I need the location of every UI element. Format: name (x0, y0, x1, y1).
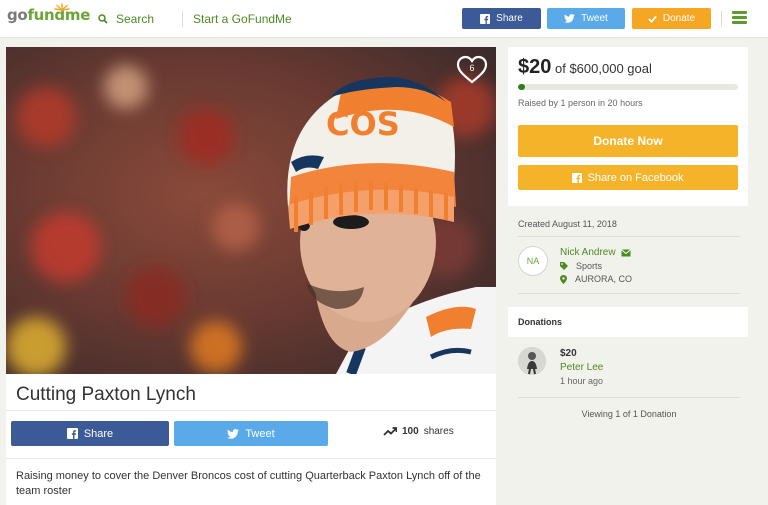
category-label: Sports (576, 261, 603, 271)
trending-up-icon (383, 427, 397, 436)
twitter-icon (227, 428, 240, 439)
tag-icon (560, 262, 568, 270)
organizer-name: Nick Andrew (560, 247, 616, 258)
organizer-location: AURORA, CO (560, 274, 632, 284)
nav-divider-right (721, 11, 722, 27)
divider (6, 410, 496, 411)
donate-now-button[interactable]: Donate Now (518, 125, 738, 157)
raised-value: $20 (518, 56, 552, 78)
facebook-icon (480, 13, 491, 24)
donor-avatar (518, 347, 546, 375)
campaign-info-card: Cutting Paxton Lynch Share Tweet 100 sha… (6, 374, 496, 505)
nav-divider (182, 11, 183, 27)
tweet-label: Tweet (245, 427, 275, 440)
share-facebook-button[interactable]: Share (11, 421, 169, 446)
donations-heading: Donations (508, 307, 748, 337)
search-link[interactable]: Search (98, 12, 154, 26)
envelope-icon[interactable] (620, 248, 631, 257)
shares-number: 100 (402, 426, 419, 437)
facebook-icon (66, 428, 78, 439)
shares-suffix: shares (423, 426, 454, 437)
share-label: Share (83, 427, 114, 440)
twitter-icon (564, 14, 576, 23)
progress-bar (518, 84, 738, 90)
heart-count: 6 (469, 63, 475, 73)
logo-sun-icon (54, 3, 70, 11)
campaign-photo: COS (6, 47, 496, 374)
progress-fill (518, 84, 525, 90)
progress-card: $20 of $600,000 goal Raised by 1 person … (508, 47, 748, 206)
share-on-facebook-button[interactable]: Share on Facebook (518, 165, 738, 190)
header-donate-button[interactable]: Donate (632, 8, 711, 29)
search-label: Search (116, 12, 155, 26)
svg-text:COS: COS (326, 105, 400, 143)
goal-text: of $600,000 goal (555, 61, 652, 76)
created-date: Created August 11, 2018 (518, 219, 617, 229)
divider (518, 236, 740, 237)
raised-byline: Raised by 1 person in 20 hours (518, 98, 643, 108)
campaign-story: Raising money to cover the Denver Bronco… (16, 470, 481, 497)
top-nav: gofundme Search Start a GoFundMe Share T… (0, 0, 768, 38)
divider (6, 458, 496, 459)
header-tweet-label: Tweet (581, 13, 608, 24)
organizer-category: Sports (560, 261, 602, 271)
header-share-label: Share (496, 13, 523, 24)
shares-count: 100 shares (383, 426, 454, 437)
search-icon (98, 14, 108, 24)
header-donate-label: Donate (662, 13, 696, 24)
donations-count: Viewing 1 of 1 Donation (581, 409, 677, 419)
header-tweet-button[interactable]: Tweet (547, 8, 625, 29)
facebook-icon (572, 172, 583, 183)
header-share-button[interactable]: Share (462, 8, 541, 29)
divider (518, 397, 740, 398)
share-on-facebook-label: Share on Facebook (587, 171, 684, 184)
donor-name: Peter Lee (560, 362, 604, 373)
donation-amount: $20 (560, 348, 577, 359)
checkmark-icon (648, 15, 657, 23)
divider (518, 293, 740, 294)
gofundme-logo[interactable]: gofundme (7, 6, 90, 24)
map-pin-icon (560, 274, 567, 284)
organizer-avatar: NA (518, 246, 548, 276)
location-label: AURORA, CO (575, 274, 633, 284)
hamburger-menu-icon[interactable] (732, 11, 747, 24)
favorite-heart-icon[interactable]: 6 (456, 55, 488, 85)
organizer-name-link[interactable]: Nick Andrew (560, 247, 631, 258)
start-gofundme-link[interactable]: Start a GoFundMe (193, 12, 292, 26)
donation-time: 1 hour ago (560, 376, 604, 386)
raised-amount: $20 of $600,000 goal (518, 56, 652, 79)
tweet-button[interactable]: Tweet (174, 421, 328, 446)
campaign-title: Cutting Paxton Lynch (16, 384, 196, 405)
